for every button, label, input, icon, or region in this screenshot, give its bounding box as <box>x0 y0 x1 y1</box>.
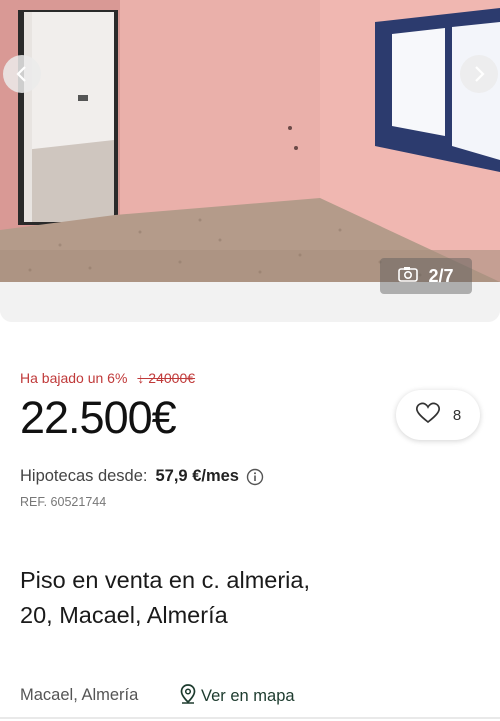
favorite-button[interactable]: 8 <box>396 390 480 440</box>
mortgage-label: Hipotecas desde: <box>20 467 148 485</box>
photo-counter-text: 2/7 <box>428 265 454 286</box>
map-pin-icon <box>180 684 196 709</box>
chevron-right-icon[interactable] <box>460 55 498 93</box>
divider <box>0 717 500 719</box>
mortgage-value: 57,9 €/mes <box>155 467 239 485</box>
info-icon[interactable] <box>246 468 264 486</box>
heart-icon <box>415 401 441 430</box>
favorites-count: 8 <box>452 406 462 424</box>
price-drop-label: Ha bajado un 6% <box>20 370 128 386</box>
photo-gallery[interactable]: 2/7 <box>0 0 500 322</box>
chevron-left-icon[interactable] <box>3 55 41 93</box>
view-map-link[interactable]: Ver en mapa <box>180 684 295 709</box>
location: Macael, Almería <box>20 686 139 704</box>
price-drop: Ha bajado un 6% ↓ 24000€ <box>20 370 195 386</box>
reference-number: REF. 60521744 <box>20 495 107 509</box>
price: 22.500€ <box>20 392 177 443</box>
mortgage-info: Hipotecas desde: 57,9 €/mes <box>20 467 264 486</box>
camera-icon <box>398 266 419 287</box>
photo-counter[interactable]: 2/7 <box>380 258 472 294</box>
old-price: ↓ 24000€ <box>137 370 196 386</box>
listing-card[interactable]: 2/7 Ha bajado un 6% ↓ 24000€ 22.500€ 8 Hi… <box>0 0 500 721</box>
map-link-label: Ver en mapa <box>201 687 295 705</box>
listing-title[interactable]: Piso en venta en c. almeria, 20, Macael,… <box>20 563 320 633</box>
listing-photo[interactable] <box>0 0 500 282</box>
